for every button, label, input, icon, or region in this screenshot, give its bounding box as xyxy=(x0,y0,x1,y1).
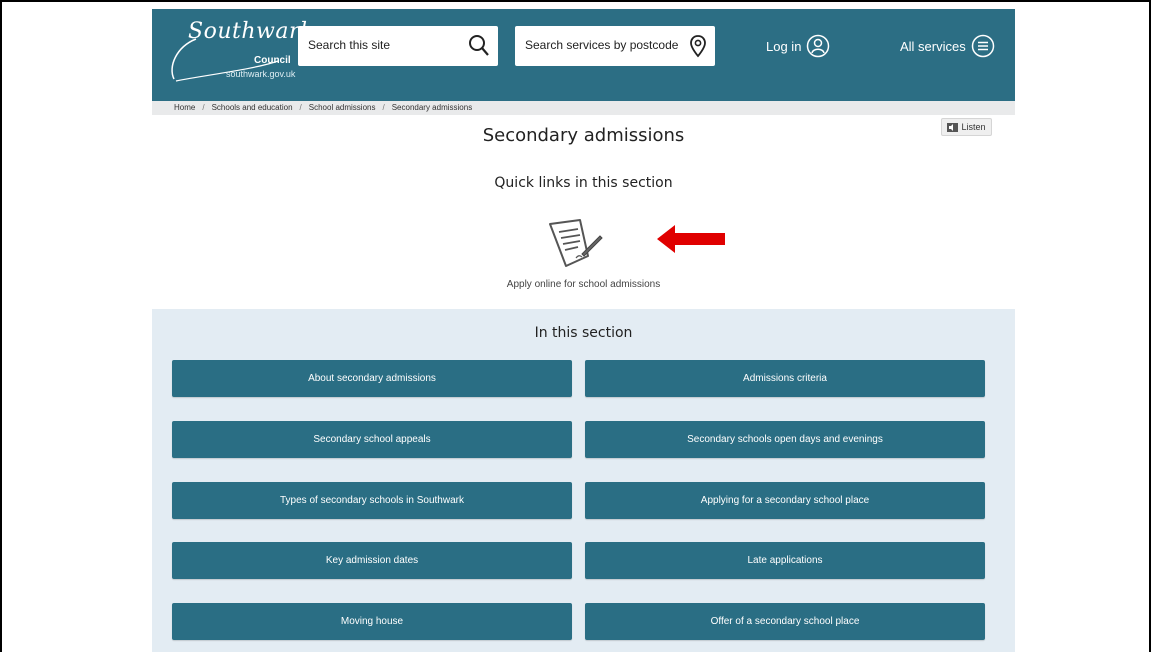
menu-icon xyxy=(971,34,994,58)
site-page: Southwark Council southwark.gov.uk Searc… xyxy=(152,9,1015,652)
tile-late-applications[interactable]: Late applications xyxy=(585,542,985,579)
logo-url-text: southwark.gov.uk xyxy=(226,69,296,79)
all-services-menu[interactable]: All services xyxy=(900,29,995,63)
site-search-placeholder: Search this site xyxy=(308,38,391,52)
postcode-search-input[interactable]: Search services by postcode xyxy=(515,26,715,66)
logo-wordmark: Southwark xyxy=(188,19,314,44)
logo-council-text: Council xyxy=(254,55,291,66)
site-search-input[interactable]: Search this site xyxy=(298,26,498,66)
tile-key-admission-dates[interactable]: Key admission dates xyxy=(172,542,572,579)
tile-about-secondary-admissions[interactable]: About secondary admissions xyxy=(172,360,572,397)
breadcrumb-current: Secondary admissions xyxy=(391,103,473,112)
breadcrumb-school-admissions[interactable]: School admissions xyxy=(309,103,376,112)
login-link[interactable]: Log in xyxy=(766,29,830,63)
tile-offer-of-a-place[interactable]: Offer of a secondary school place xyxy=(585,603,985,640)
search-icon[interactable] xyxy=(468,34,490,58)
tile-applying-for-a-place[interactable]: Applying for a secondary school place xyxy=(585,482,985,519)
tile-open-days-and-evenings[interactable]: Secondary schools open days and evenings xyxy=(585,421,985,458)
quick-links-title: Quick links in this section xyxy=(494,175,673,191)
login-label: Log in xyxy=(766,38,802,54)
tile-secondary-school-appeals[interactable]: Secondary school appeals xyxy=(172,421,572,458)
postcode-search-placeholder: Search services by postcode xyxy=(525,38,679,52)
site-header: Southwark Council southwark.gov.uk Searc… xyxy=(152,9,1015,101)
tile-types-of-secondary-schools[interactable]: Types of secondary schools in Southwark xyxy=(172,482,572,519)
in-this-section: In this section About secondary admissio… xyxy=(152,309,1015,652)
page-title: Secondary admissions xyxy=(482,125,685,146)
quick-link-apply-online[interactable]: Apply online for school admissions xyxy=(152,279,1015,290)
form-pen-icon[interactable] xyxy=(546,216,604,272)
section-title: In this section xyxy=(534,325,633,341)
user-icon xyxy=(807,34,830,58)
southwark-logo[interactable]: Southwark Council southwark.gov.uk xyxy=(166,15,313,85)
breadcrumb-schools-and-education[interactable]: Schools and education xyxy=(212,103,293,112)
tile-moving-house[interactable]: Moving house xyxy=(172,603,572,640)
location-pin-icon[interactable] xyxy=(689,34,707,58)
all-services-label: All services xyxy=(900,38,966,54)
tile-admissions-criteria[interactable]: Admissions criteria xyxy=(585,360,985,397)
breadcrumb: Home / Schools and education / School admiss… xyxy=(152,101,1015,115)
breadcrumb-home[interactable]: Home xyxy=(174,103,195,112)
red-arrow-icon xyxy=(657,225,725,253)
